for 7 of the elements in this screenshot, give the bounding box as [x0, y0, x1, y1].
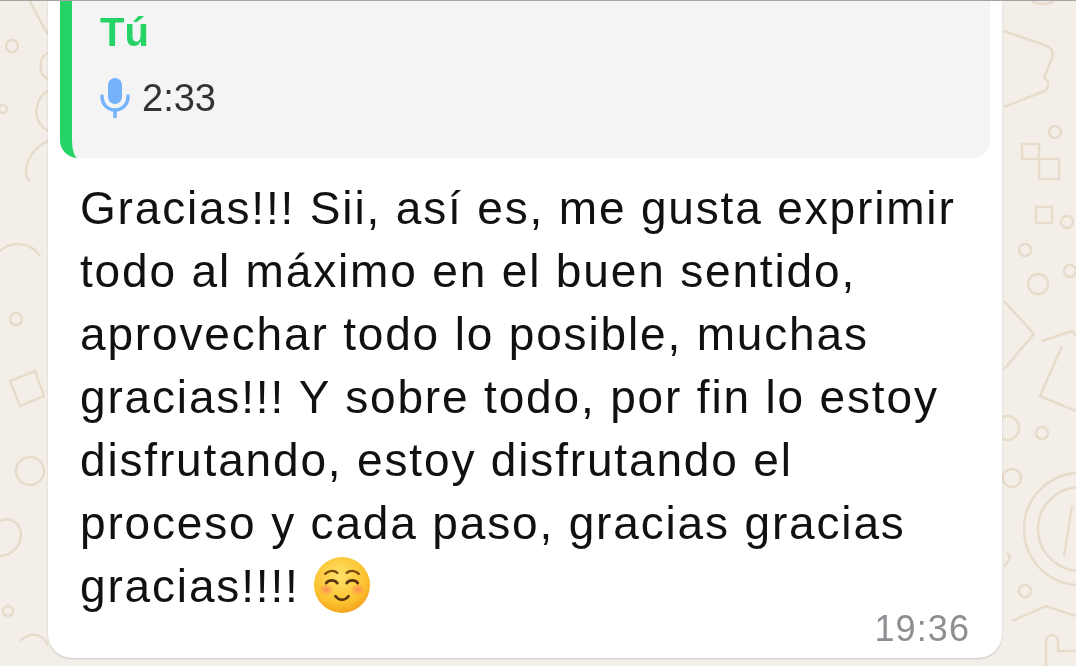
smiling-face-emoji-icon	[313, 557, 370, 613]
voice-note-duration: 2:33	[142, 76, 216, 120]
message-time: 19:36	[874, 614, 970, 644]
microphone-icon	[100, 78, 130, 118]
message-text: Gracias!!! Sii, así es, me gusta exprimir todo al máximo en el buen sentido, aprovechar todo lo posible, muchas gracias!!! Y sobre todo, por fin lo estoy disfrutando, estoy disfrutando el proceso y cada paso, gracias gracias gracias!!!!	[80, 182, 956, 612]
quote-sender: Tú	[100, 9, 149, 56]
reply-quote[interactable]: Tú 2:33	[60, 1, 990, 158]
